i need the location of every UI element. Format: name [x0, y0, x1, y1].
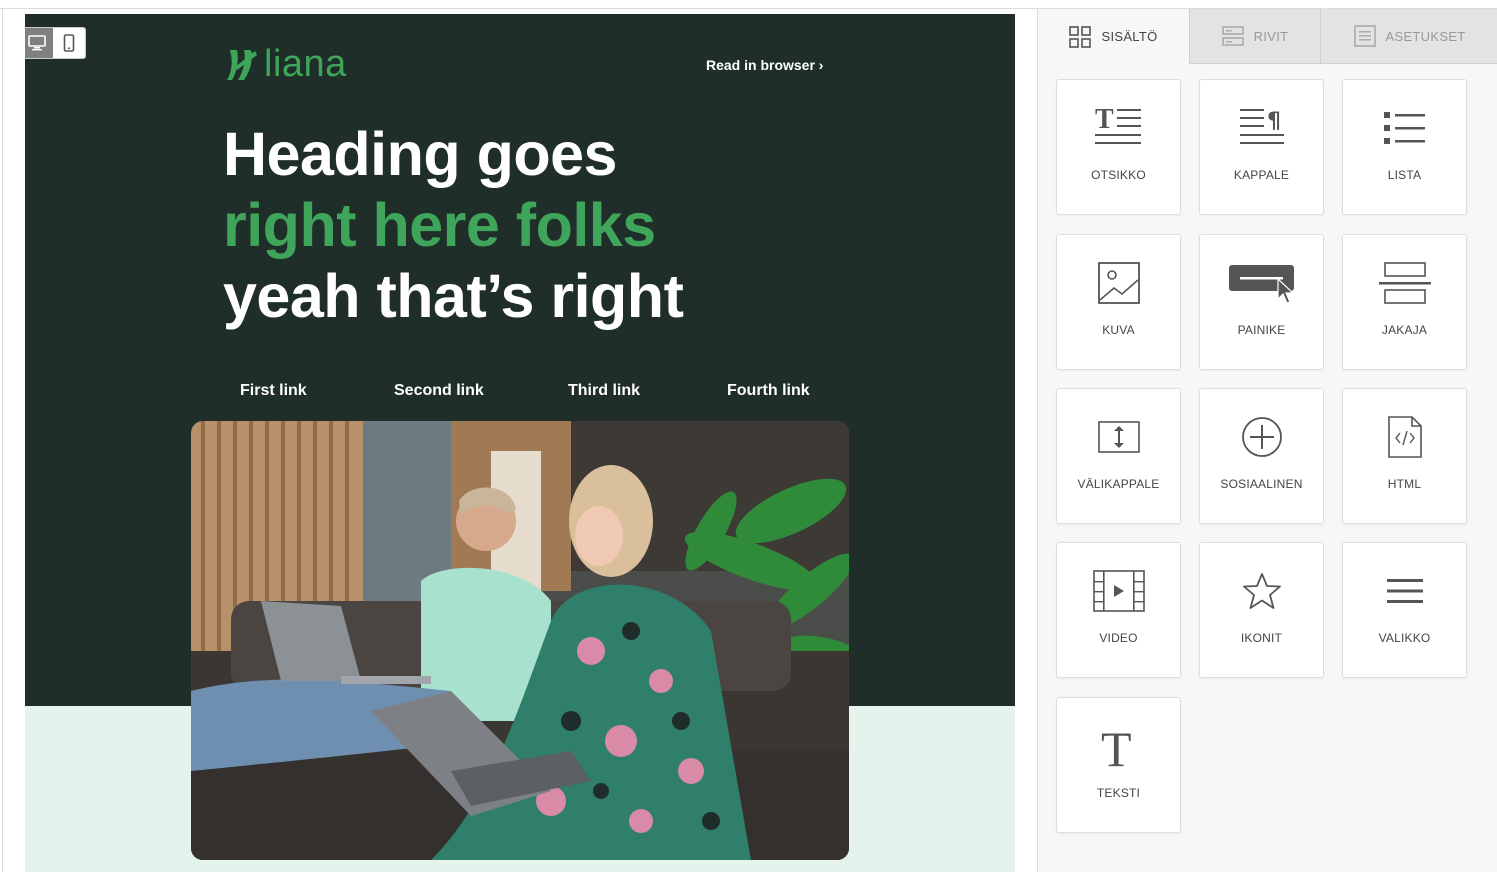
block-jakaja[interactable]: JAKAJA: [1342, 234, 1467, 370]
nav-link-third[interactable]: Third link: [568, 382, 640, 400]
nav-link-fourth[interactable]: Fourth link: [727, 382, 810, 400]
nav-link-second[interactable]: Second link: [394, 382, 484, 400]
block-label: JAKAJA: [1381, 323, 1428, 337]
email-heading[interactable]: Heading goes right here folks yeah that’…: [223, 119, 684, 332]
spacer-icon: [1057, 413, 1180, 461]
nav-link-first[interactable]: First link: [240, 382, 307, 400]
heading-line-2: right here folks: [223, 191, 656, 259]
svg-text:T: T: [1101, 722, 1132, 770]
logo-wordmark: liana: [264, 43, 347, 85]
block-ikonit[interactable]: IKONIT: [1199, 542, 1324, 678]
block-label: VIDEO: [1099, 631, 1138, 645]
desktop-icon: [28, 35, 46, 51]
block-label: PAINIKE: [1237, 323, 1286, 337]
block-otsikko[interactable]: T OTSIKKO: [1056, 79, 1181, 215]
block-painike[interactable]: PAINIKE: [1199, 234, 1324, 370]
liana-logo: liana: [224, 44, 347, 84]
block-lista[interactable]: LISTA: [1342, 79, 1467, 215]
tab-sisalto[interactable]: SISÄLTÖ: [1038, 9, 1189, 64]
svg-text:¶: ¶: [1267, 109, 1281, 134]
settings-doc-icon: [1353, 25, 1376, 47]
hero-photo[interactable]: [191, 421, 849, 860]
device-preview-toggle: [25, 27, 86, 59]
tab-label: SISÄLTÖ: [1101, 29, 1158, 44]
heading-line-1: Heading goes: [223, 120, 617, 188]
frame-border: [2, 8, 3, 872]
list-icon: [1343, 104, 1466, 152]
block-label: TEKSTI: [1096, 786, 1141, 800]
panel-tabs: SISÄLTÖ RIVIT ASETUKSET: [1038, 9, 1497, 64]
block-label: VÄLIKAPPALE: [1077, 477, 1160, 491]
content-blocks-panel: SISÄLTÖ RIVIT ASETUKSET T OTSIKKO ¶ KAPP…: [1037, 9, 1497, 872]
button-icon: [1200, 259, 1323, 307]
block-valikappale[interactable]: VÄLIKAPPALE: [1056, 388, 1181, 524]
tab-label: ASETUKSET: [1385, 28, 1466, 44]
block-sosiaalinen[interactable]: SOSIAALINEN: [1199, 388, 1324, 524]
mobile-icon: [63, 34, 75, 52]
block-kappale[interactable]: ¶ KAPPALE: [1199, 79, 1324, 215]
tab-asetukset[interactable]: ASETUKSET: [1320, 9, 1497, 64]
mobile-preview-button[interactable]: [53, 28, 85, 58]
text-icon: T: [1057, 722, 1180, 770]
star-icon: [1200, 567, 1323, 615]
read-in-browser-link[interactable]: Read in browser ›: [706, 57, 823, 73]
rows-icon: [1221, 26, 1244, 46]
heading-line-3: yeah that’s right: [223, 262, 684, 330]
block-kuva[interactable]: KUVA: [1056, 234, 1181, 370]
tab-label: RIVIT: [1253, 28, 1289, 44]
email-canvas[interactable]: liana Read in browser › Heading goes rig…: [25, 14, 1015, 872]
html-file-icon: [1343, 413, 1466, 461]
heading-icon: T: [1057, 104, 1180, 152]
block-label: SOSIAALINEN: [1220, 477, 1303, 491]
block-label: KAPPALE: [1233, 168, 1290, 182]
divider-icon: [1343, 259, 1466, 307]
paragraph-icon: ¶: [1200, 104, 1323, 152]
svg-text:T: T: [1095, 106, 1114, 135]
block-label: OTSIKKO: [1091, 168, 1146, 182]
block-label: KUVA: [1102, 323, 1135, 337]
hero-photo-illustration: [191, 421, 849, 860]
block-label: LISTA: [1387, 168, 1422, 182]
block-label: HTML: [1387, 477, 1422, 491]
menu-icon: [1343, 567, 1466, 615]
desktop-preview-button[interactable]: [25, 28, 53, 58]
grid-icon: [1069, 25, 1092, 48]
block-label: VALIKKO: [1378, 631, 1431, 645]
block-teksti[interactable]: T TEKSTI: [1056, 697, 1181, 833]
block-valikko[interactable]: VALIKKO: [1342, 542, 1467, 678]
video-icon: [1057, 567, 1180, 615]
block-label: IKONIT: [1240, 631, 1283, 645]
image-icon: [1057, 259, 1180, 307]
block-html[interactable]: HTML: [1342, 388, 1467, 524]
block-video[interactable]: VIDEO: [1056, 542, 1181, 678]
social-plus-icon: [1200, 413, 1323, 461]
tab-rivit[interactable]: RIVIT: [1189, 9, 1320, 64]
liana-mark-icon: [227, 50, 257, 80]
